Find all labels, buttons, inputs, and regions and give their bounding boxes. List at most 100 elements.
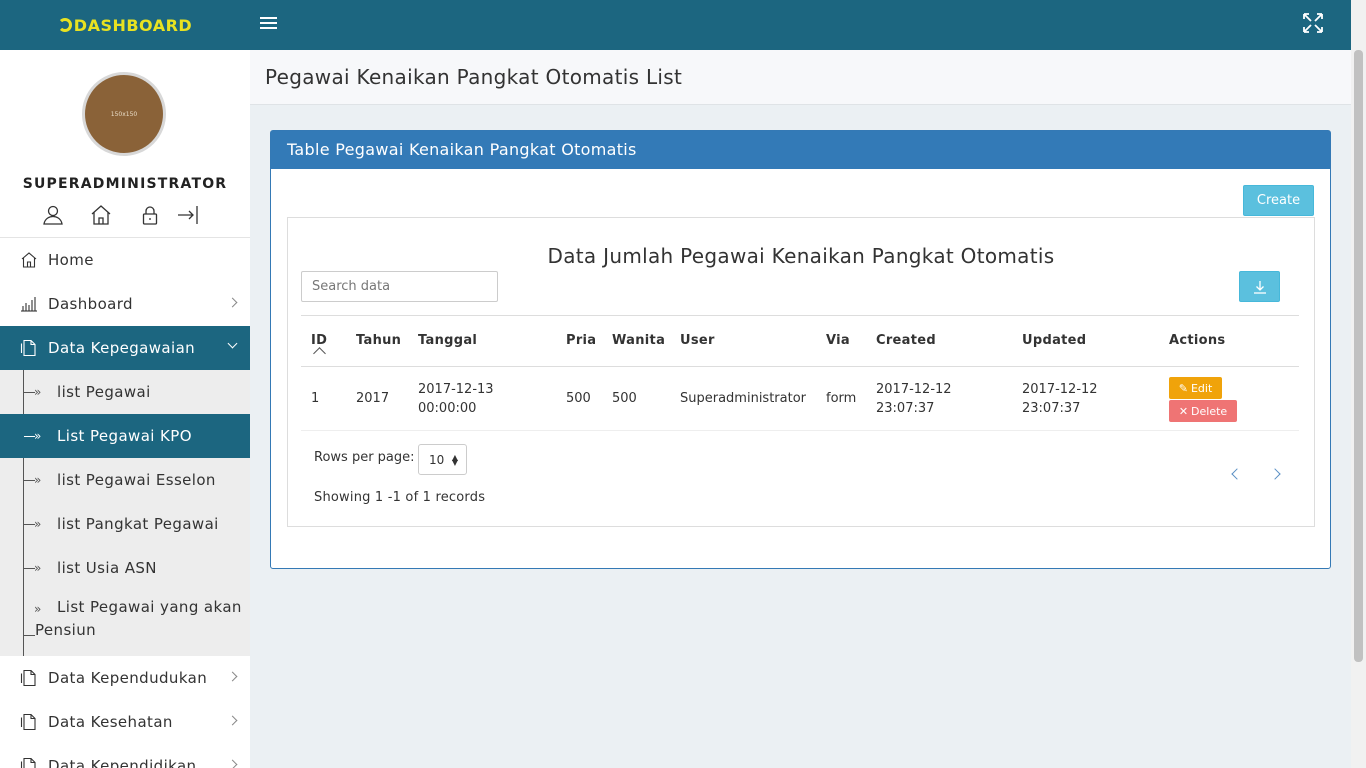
cell-tanggal-date: 2017-12-13 bbox=[418, 382, 494, 397]
scrollbar-thumb[interactable] bbox=[1354, 50, 1363, 662]
cell-wanita: 500 bbox=[612, 391, 637, 406]
hamburger-menu-icon[interactable] bbox=[260, 14, 280, 34]
sidebar-subitem-list-pangkat-pegawai[interactable]: » list Pangkat Pegawai bbox=[0, 502, 250, 546]
sidebar-subitem-label: list Pangkat Pegawai bbox=[57, 515, 219, 533]
document-icon bbox=[20, 713, 38, 731]
rows-per-page-label: Rows per page: bbox=[314, 450, 415, 465]
sidebar-item-data-kependudukan[interactable]: Data Kependudukan bbox=[0, 656, 250, 700]
brand-logo[interactable]: DASHBOARD bbox=[0, 0, 250, 50]
sidebar-item-data-kepegawaian[interactable]: Data Kepegawaian bbox=[0, 326, 250, 370]
column-header-user[interactable]: User bbox=[680, 331, 715, 350]
chevron-left-icon bbox=[1231, 468, 1243, 480]
next-page-button[interactable] bbox=[1268, 464, 1288, 484]
cell-created: 2017-12-12 23:07:37 bbox=[876, 380, 952, 418]
sidebar-item-label: Data Kesehatan bbox=[48, 713, 173, 731]
column-header-wanita[interactable]: Wanita bbox=[612, 331, 665, 350]
cell-id: 1 bbox=[311, 391, 320, 406]
submenu-data-kepegawaian: » list Pegawai » List Pegawai KPO » list… bbox=[0, 370, 250, 656]
card-title: Table Pegawai Kenaikan Pangkat Otomatis bbox=[271, 131, 1330, 169]
chevron-right-icon bbox=[227, 715, 238, 726]
sidebar-item-label: Dashboard bbox=[48, 295, 133, 313]
cell-updated-time: 23:07:37 bbox=[1022, 401, 1081, 416]
cell-created-time: 23:07:37 bbox=[876, 401, 935, 416]
sidebar-subitem-label: list Pegawai bbox=[57, 383, 151, 401]
sidebar-item-label: Data Kepegawaian bbox=[48, 339, 196, 357]
cell-created-date: 2017-12-12 bbox=[876, 382, 952, 397]
edit-label: Edit bbox=[1190, 381, 1213, 395]
cell-updated: 2017-12-12 23:07:37 bbox=[1022, 380, 1098, 418]
column-header-pria[interactable]: Pria bbox=[566, 331, 596, 350]
download-icon bbox=[1253, 280, 1266, 294]
sidebar: 150x150 SUPERADMINISTRATOR Home Dashboar… bbox=[0, 50, 250, 768]
table-card: Table Pegawai Kenaikan Pangkat Otomatis … bbox=[270, 130, 1331, 569]
column-header-updated[interactable]: Updated bbox=[1022, 331, 1086, 350]
cell-via: form bbox=[826, 391, 857, 406]
document-icon bbox=[20, 339, 38, 357]
column-header-tanggal[interactable]: Tanggal bbox=[418, 331, 477, 350]
chevron-right-icon bbox=[227, 297, 238, 308]
home-icon bbox=[20, 251, 38, 269]
sidebar-subitem-list-pegawai-pensiun[interactable]: » List Pegawai yang akan Pensiun bbox=[0, 590, 250, 656]
document-icon bbox=[20, 669, 38, 687]
top-navbar: DASHBOARD bbox=[0, 0, 1366, 50]
sidebar-subitem-label: list Pegawai Esselon bbox=[57, 471, 216, 489]
search-input[interactable] bbox=[301, 271, 498, 302]
close-icon: ✕ bbox=[1178, 404, 1189, 418]
page-scrollbar[interactable] bbox=[1351, 0, 1366, 768]
rows-per-page-select[interactable]: 10 ▲ ▼ bbox=[418, 444, 467, 475]
showing-records: Showing 1 -1 of 1 records bbox=[314, 490, 486, 505]
user-profile: 150x150 SUPERADMINISTRATOR bbox=[0, 50, 250, 238]
sidebar-subitem-list-pegawai[interactable]: » list Pegawai bbox=[0, 370, 250, 414]
lock-icon[interactable] bbox=[139, 204, 161, 226]
chevron-right-icon bbox=[227, 759, 238, 768]
column-header-actions: Actions bbox=[1169, 333, 1226, 348]
sort-caret-icon: ▲ ▼ bbox=[451, 453, 458, 467]
fullscreen-icon[interactable] bbox=[1302, 12, 1324, 34]
sidebar-item-home[interactable]: Home bbox=[0, 238, 250, 282]
logout-icon[interactable] bbox=[177, 204, 199, 226]
sidebar-subitem-list-usia-asn[interactable]: » list Usia ASN bbox=[0, 546, 250, 590]
double-arrow-icon: » bbox=[34, 429, 42, 443]
sidebar-subitem-label: list Usia ASN bbox=[57, 559, 157, 577]
table-title: Data Jumlah Pegawai Kenaikan Pangkat Oto… bbox=[547, 244, 1055, 268]
profile-actions bbox=[40, 204, 210, 226]
chevron-down-icon bbox=[227, 338, 238, 349]
cell-tahun: 2017 bbox=[356, 391, 390, 406]
sidebar-subitem-label: List Pegawai KPO bbox=[57, 427, 192, 445]
delete-button[interactable]: ✕ Delete bbox=[1169, 400, 1237, 422]
data-table: ID Tahun Tanggal Pria Wanita User Via Cr… bbox=[301, 315, 1299, 431]
bar-chart-icon bbox=[20, 295, 38, 313]
cell-tanggal-time: 00:00:00 bbox=[418, 401, 477, 416]
chevron-right-icon bbox=[1269, 468, 1281, 480]
sidebar-subitem-list-pegawai-kpo[interactable]: » List Pegawai KPO bbox=[0, 414, 250, 458]
sidebar-subitem-list-pegawai-esselon[interactable]: » list Pegawai Esselon bbox=[0, 458, 250, 502]
document-icon bbox=[20, 757, 38, 768]
double-arrow-icon: » bbox=[34, 561, 42, 575]
data-table-panel: Data Jumlah Pegawai Kenaikan Pangkat Oto… bbox=[287, 217, 1315, 527]
column-header-created[interactable]: Created bbox=[876, 331, 936, 350]
sidebar-item-label: Data Kependudukan bbox=[48, 669, 208, 687]
avatar: 150x150 bbox=[82, 72, 166, 156]
avatar-placeholder-text: 150x150 bbox=[110, 110, 138, 118]
edit-button[interactable]: ✎ Edit bbox=[1169, 377, 1222, 399]
column-header-via[interactable]: Via bbox=[826, 331, 850, 350]
column-header-tahun[interactable]: Tahun bbox=[356, 331, 401, 350]
sidebar-item-data-kesehatan[interactable]: Data Kesehatan bbox=[0, 700, 250, 744]
sidebar-item-label: Data Kependidikan bbox=[48, 757, 197, 768]
download-button[interactable] bbox=[1239, 271, 1280, 302]
user-profile-icon[interactable] bbox=[42, 204, 64, 226]
page-title: Pegawai Kenaikan Pangkat Otomatis List bbox=[265, 65, 683, 89]
sidebar-item-label: Home bbox=[48, 251, 94, 269]
sidebar-item-data-kependidikan[interactable]: Data Kependidikan bbox=[0, 744, 250, 768]
prev-page-button[interactable] bbox=[1227, 464, 1247, 484]
sidebar-subitem-label: List Pegawai yang akan Pensiun bbox=[35, 598, 242, 639]
edit-icon: ✎ bbox=[1178, 381, 1188, 395]
home-icon[interactable] bbox=[90, 204, 112, 226]
sidebar-item-dashboard[interactable]: Dashboard bbox=[0, 282, 250, 326]
cell-pria: 500 bbox=[566, 391, 591, 406]
cell-user: Superadministrator bbox=[680, 391, 807, 406]
create-button[interactable]: Create bbox=[1243, 185, 1314, 216]
table-header: ID Tahun Tanggal Pria Wanita User Via Cr… bbox=[301, 315, 1299, 367]
page-header: Pegawai Kenaikan Pangkat Otomatis List bbox=[250, 50, 1351, 105]
rows-per-page-value: 10 bbox=[429, 452, 445, 467]
